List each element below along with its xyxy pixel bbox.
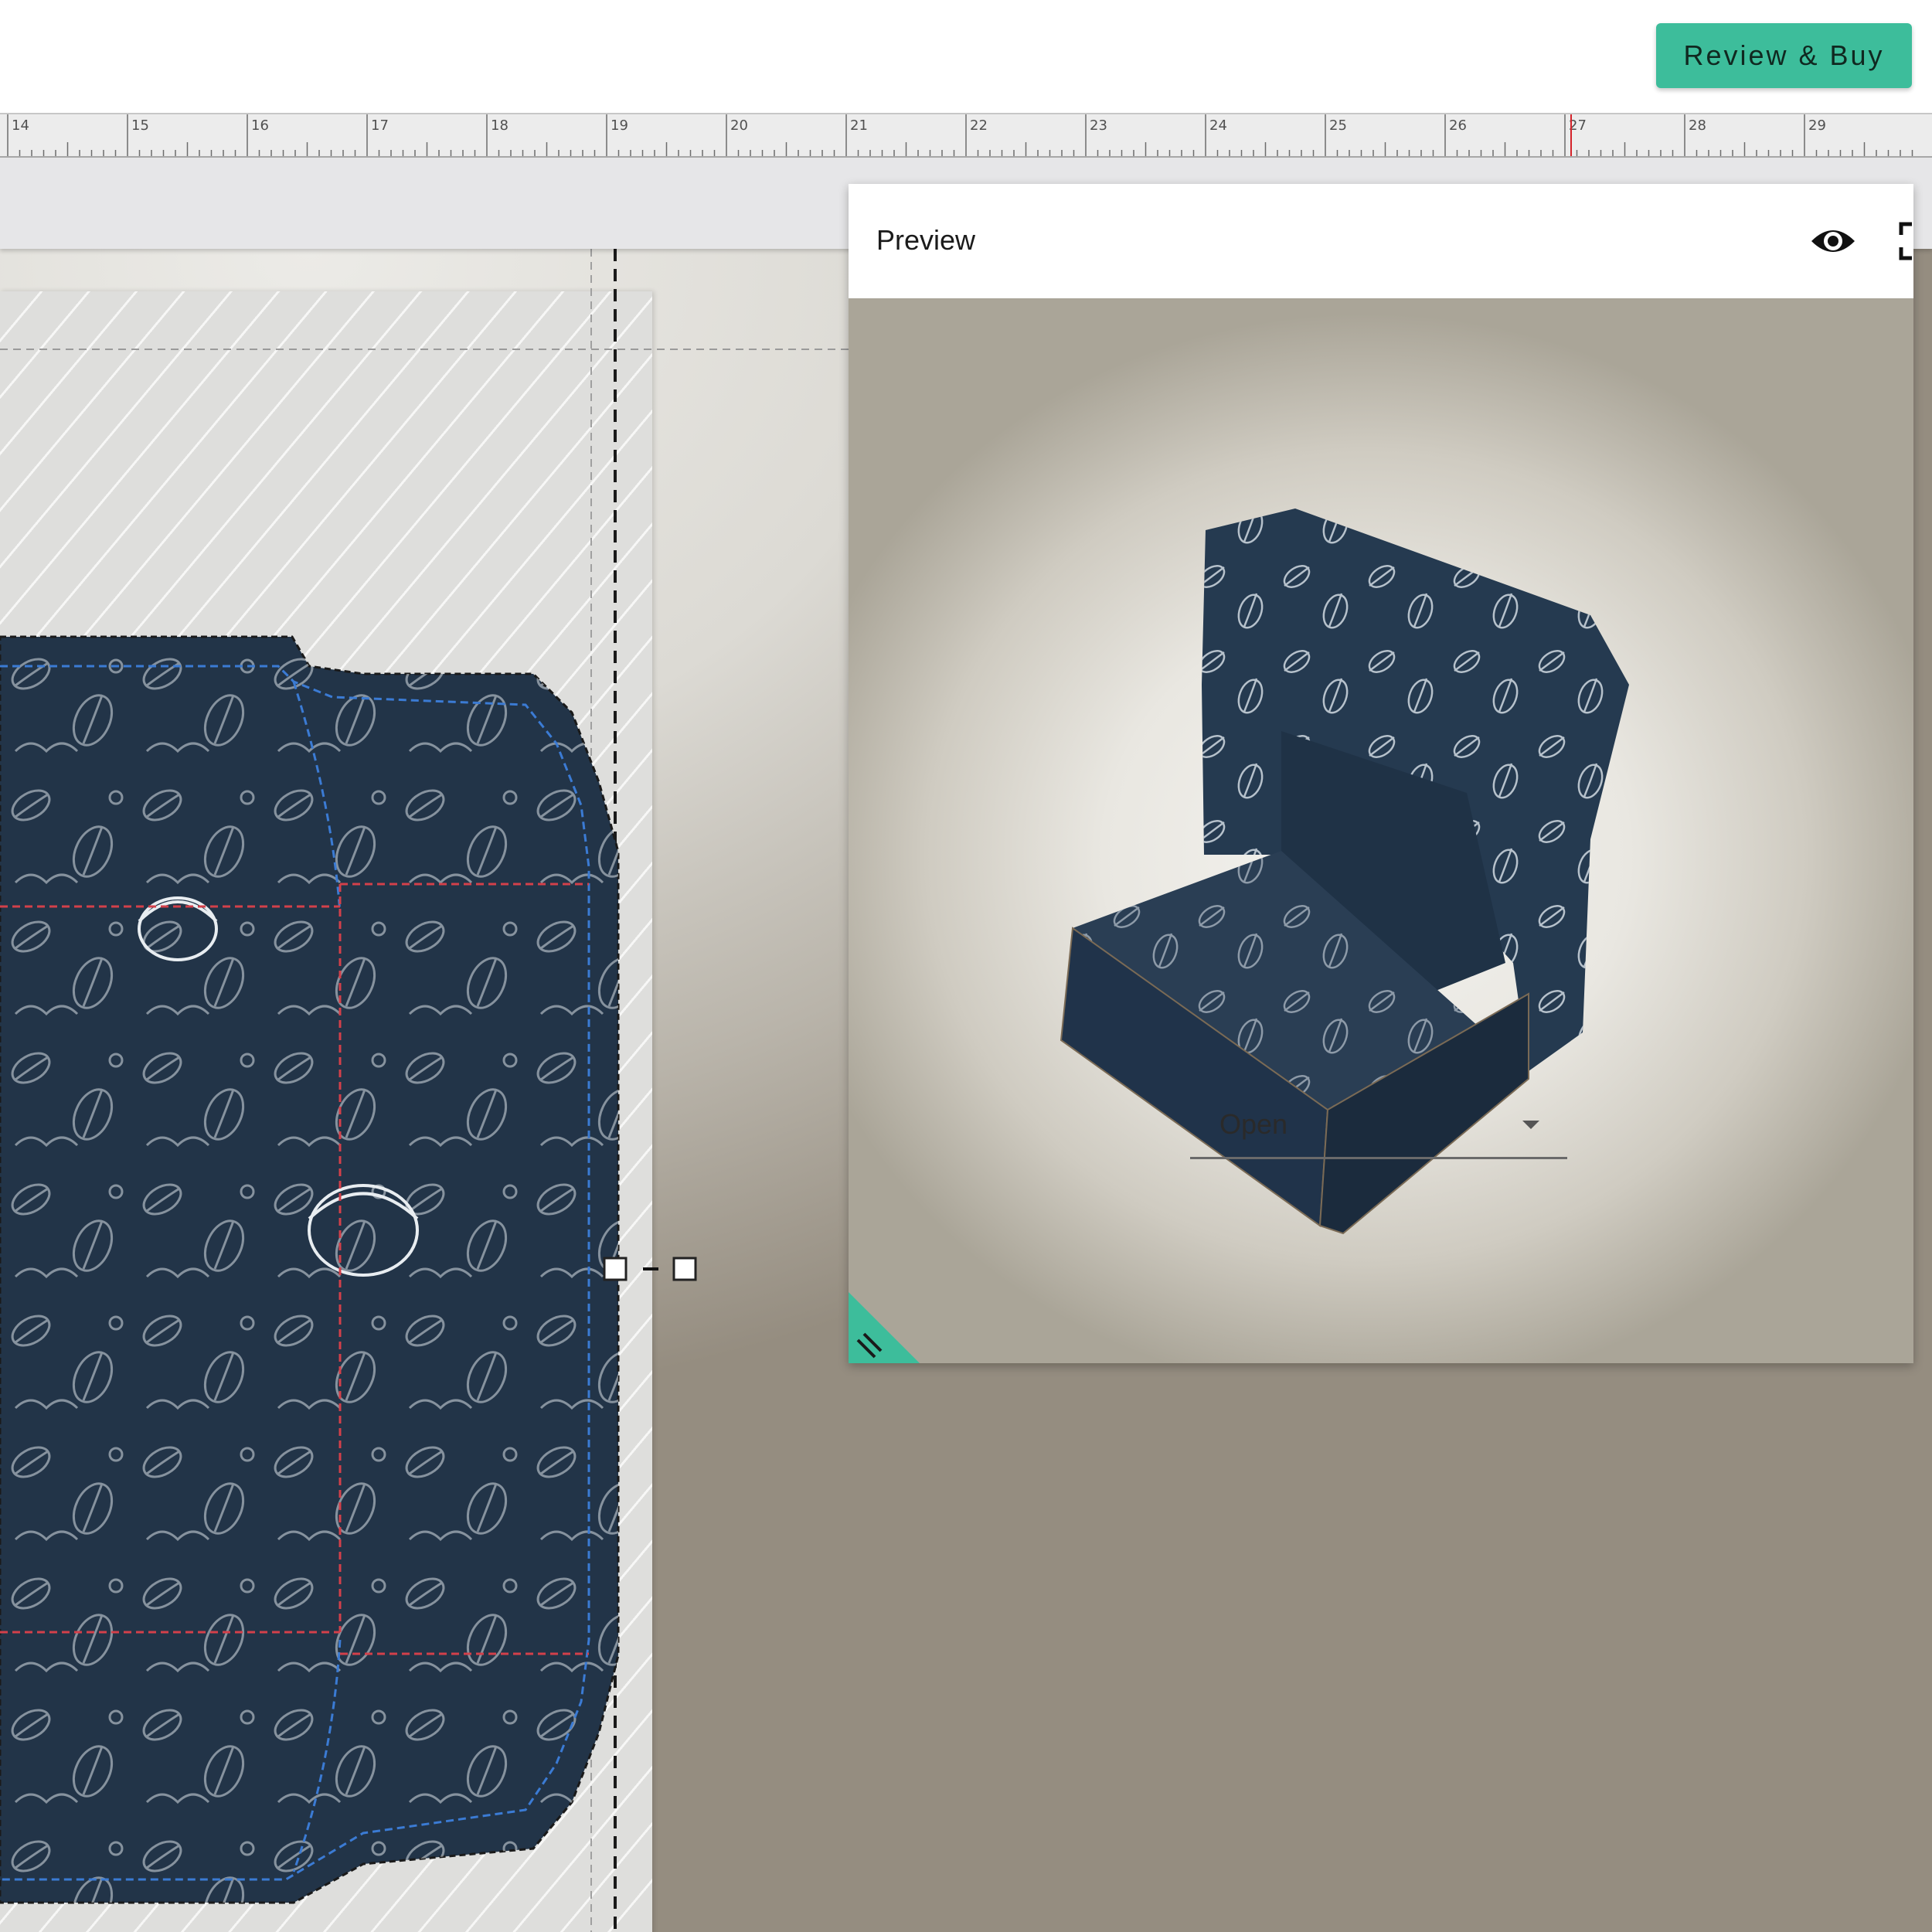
ruler-label: 21 <box>850 117 868 134</box>
resize-handle[interactable] <box>849 1292 920 1363</box>
ruler-ticks: 14 15 16 17 18 19 20 21 22 23 24 25 26 27 28 29 <box>7 114 1913 156</box>
horizontal-ruler: 14 15 16 17 18 19 20 21 22 23 24 25 26 27 28 29 <box>0 113 1932 158</box>
review-and-buy-button[interactable]: Review & Buy <box>1656 23 1912 88</box>
ruler-label: 20 <box>730 117 748 134</box>
ruler-label: 28 <box>1689 117 1706 134</box>
preview-title: Preview <box>876 224 976 256</box>
eye-icon <box>1811 230 1855 252</box>
chevron-down-icon <box>1522 1121 1539 1129</box>
preview-header: Preview <box>849 184 1913 298</box>
box-3d-render[interactable] <box>849 298 1913 1363</box>
ruler-label: 17 <box>371 117 389 134</box>
box-state-value: Open <box>1219 1108 1288 1140</box>
selection-handle-right[interactable] <box>672 1257 697 1281</box>
ruler-label: 14 <box>12 117 29 134</box>
box-state-dropdown[interactable]: Open <box>1190 1087 1567 1159</box>
ruler-label: 19 <box>611 117 628 134</box>
ruler-label: 25 <box>1329 117 1347 134</box>
ruler-label: 16 <box>251 117 269 134</box>
ruler-label: 23 <box>1090 117 1107 134</box>
ruler-label: 18 <box>491 117 509 134</box>
ruler-label: 26 <box>1449 117 1467 134</box>
toggle-visibility-button[interactable] <box>1804 212 1862 270</box>
resize-handle-icon <box>849 1292 920 1363</box>
selection-handle-left[interactable] <box>603 1257 628 1281</box>
box-dieline[interactable] <box>0 249 850 1932</box>
preview-panel: Preview Open <box>849 184 1913 1363</box>
fullscreen-icon <box>1899 222 1912 260</box>
fullscreen-button[interactable] <box>1889 212 1913 270</box>
ruler-label: 29 <box>1808 117 1826 134</box>
dieline-floral-pattern <box>0 637 618 1903</box>
ruler-label: 15 <box>131 117 149 134</box>
ruler-label: 24 <box>1209 117 1227 134</box>
3d-preview-viewport[interactable]: Open <box>849 298 1913 1363</box>
ruler-label: 22 <box>970 117 988 134</box>
top-bar: Review & Buy <box>0 0 1932 113</box>
